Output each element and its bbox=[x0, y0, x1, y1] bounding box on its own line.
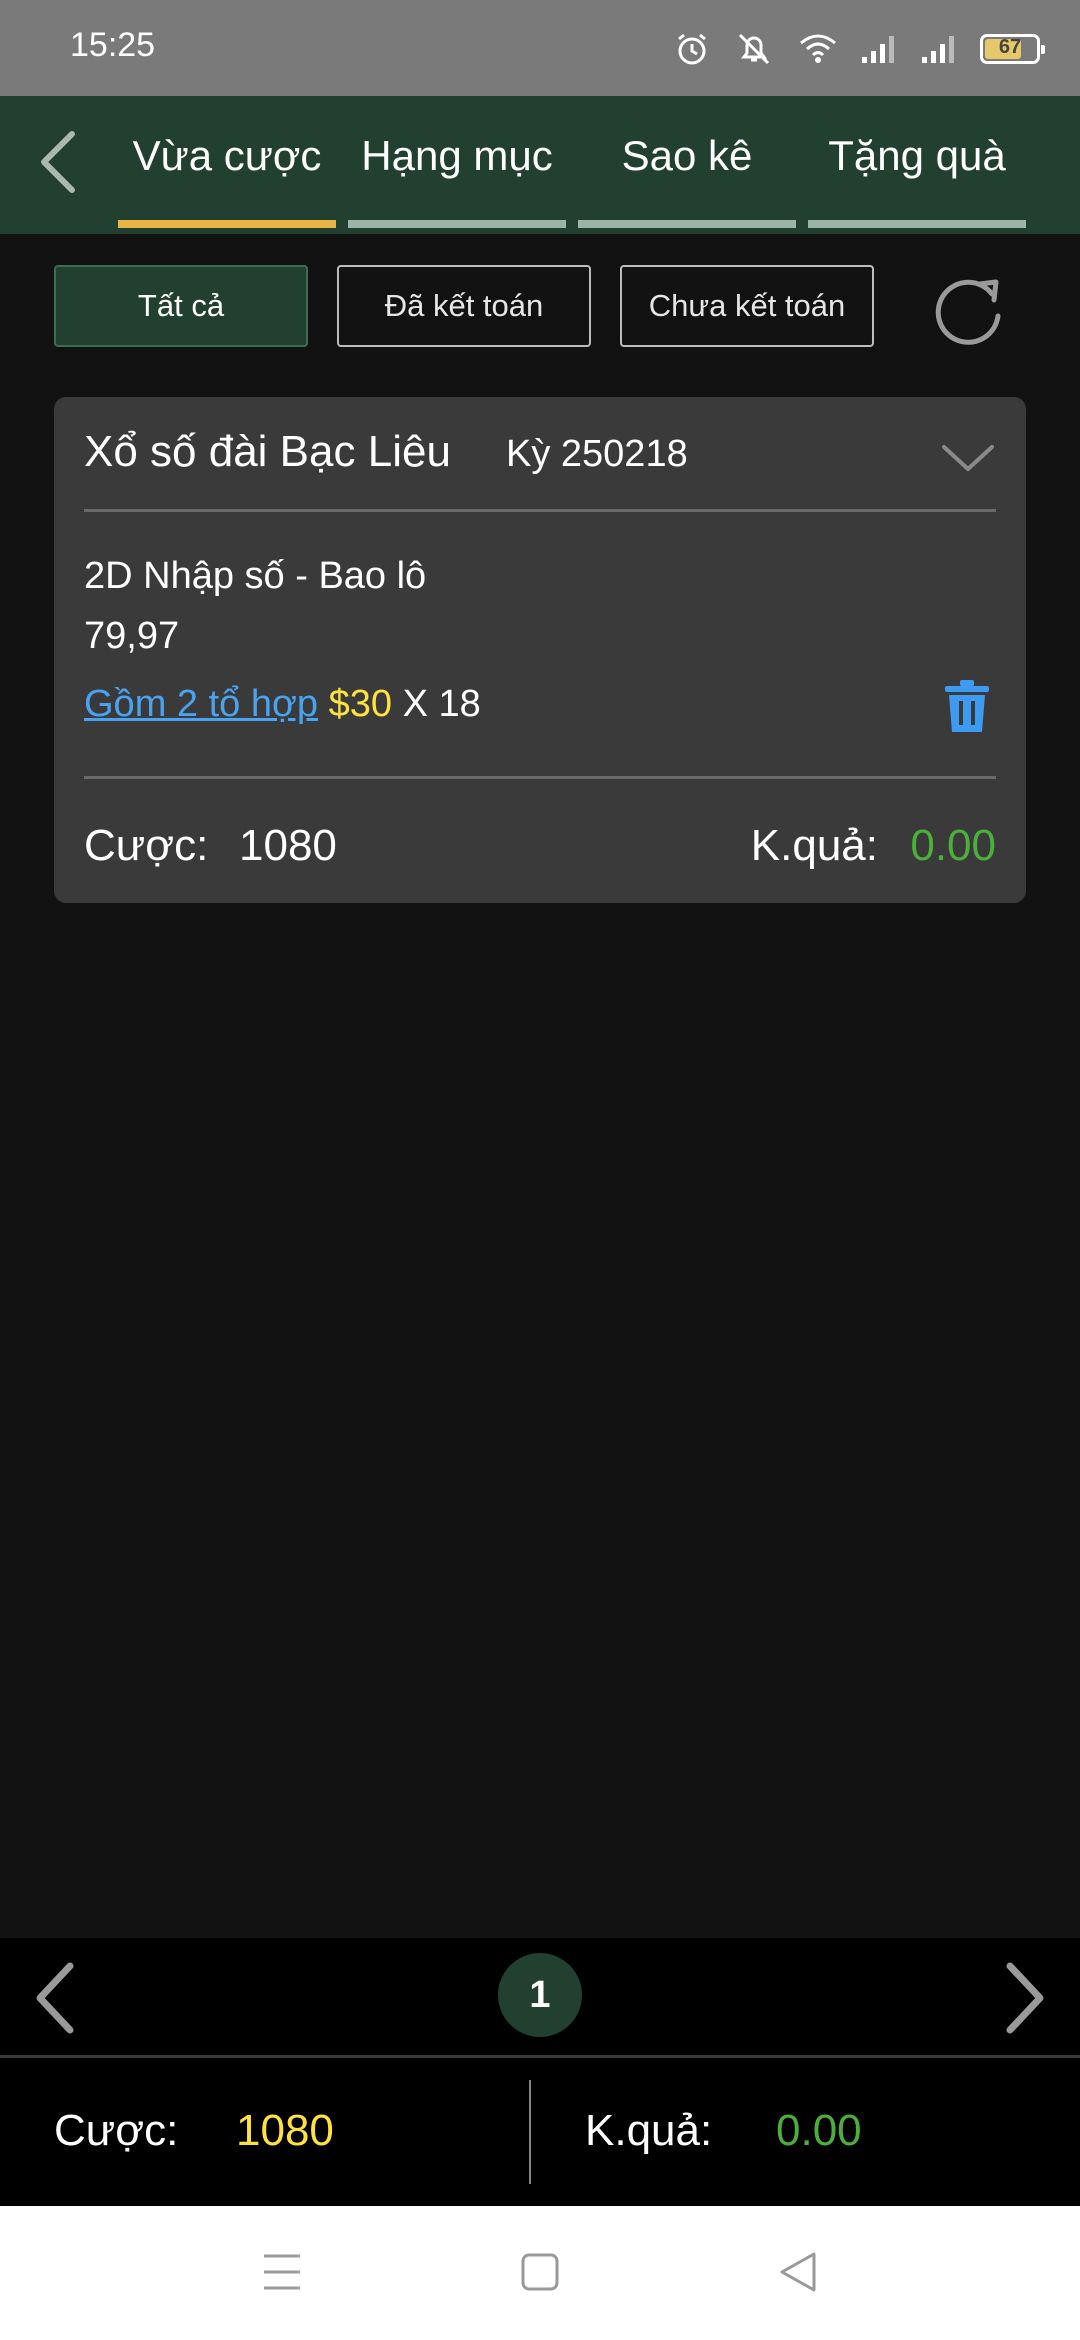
signal-icon bbox=[922, 36, 954, 63]
status-bar: 15:25 67 bbox=[0, 0, 1080, 96]
chevron-left-icon bbox=[41, 131, 75, 193]
result-label: K.quả: bbox=[750, 821, 878, 870]
wifi-icon bbox=[800, 34, 836, 63]
bet-type: 2D Nhập số - Bao lô bbox=[84, 555, 427, 597]
combo-link[interactable]: Gồm 2 tổ hợp bbox=[84, 683, 318, 725]
total-bet-value: 1080 bbox=[236, 2106, 334, 2155]
alarm-icon bbox=[678, 33, 706, 65]
tab-categories[interactable]: Hạng mục bbox=[348, 96, 566, 234]
bet-amount-label: Cược: bbox=[84, 821, 209, 870]
system-nav-bar bbox=[0, 2206, 1080, 2340]
back-nav-icon[interactable] bbox=[778, 2250, 818, 2294]
tab-recent-bets[interactable]: Vừa cược bbox=[118, 96, 336, 234]
status-time: 15:25 bbox=[70, 26, 156, 64]
tab-label: Sao kê bbox=[621, 132, 753, 179]
total-result-label: K.quả: bbox=[585, 2106, 713, 2155]
tab-label: Vừa cược bbox=[132, 132, 322, 179]
tab-underline bbox=[118, 220, 336, 228]
tab-label: Hạng mục bbox=[361, 132, 553, 179]
bet-amount-value: 1080 bbox=[239, 821, 337, 870]
refresh-icon bbox=[935, 279, 1001, 345]
totals-footer: Cược: 1080 K.quả: 0.00 bbox=[0, 2058, 1080, 2206]
silent-icon bbox=[738, 33, 770, 65]
footer-divider bbox=[529, 2080, 531, 2184]
battery-icon: 67 bbox=[980, 34, 1045, 64]
home-icon[interactable] bbox=[520, 2250, 560, 2294]
pager: 1 bbox=[0, 1938, 1080, 2056]
chevron-left-icon bbox=[36, 1962, 74, 2034]
tab-statement[interactable]: Sao kê bbox=[578, 96, 796, 234]
battery-level: 67 bbox=[998, 36, 1022, 58]
header-tabs: Vừa cược Hạng mục Sao kê Tặng quà bbox=[0, 96, 1080, 234]
page-number[interactable]: 1 bbox=[498, 1953, 582, 2037]
total-bet-label: Cược: bbox=[54, 2106, 179, 2155]
tab-underline bbox=[578, 220, 796, 228]
chevron-down-icon bbox=[942, 445, 994, 471]
bet-numbers: 79,97 bbox=[84, 615, 180, 657]
total-result-value: 0.00 bbox=[776, 2106, 862, 2155]
result-value: 0.00 bbox=[910, 821, 996, 870]
tab-label: Tặng quà bbox=[828, 132, 1006, 179]
card-divider bbox=[84, 776, 996, 779]
card-divider bbox=[84, 509, 996, 512]
tab-underline bbox=[808, 220, 1026, 228]
chevron-right-icon bbox=[1006, 1962, 1044, 2034]
filter-unsettled-button[interactable]: Chưa kết toán bbox=[620, 265, 874, 347]
expand-button[interactable] bbox=[940, 437, 996, 477]
back-button[interactable] bbox=[30, 126, 90, 198]
signal-icon bbox=[862, 36, 894, 63]
filter-all-button[interactable]: Tất cả bbox=[54, 265, 308, 347]
lottery-name: Xổ số đài Bạc Liêu bbox=[84, 427, 451, 476]
combo-line: Gồm 2 tổ hợp $30 X 18 bbox=[84, 683, 481, 726]
status-icons: 67 bbox=[674, 24, 1045, 74]
combo-multiplier: X 18 bbox=[402, 683, 481, 725]
filter-settled-button[interactable]: Đã kết toán bbox=[337, 265, 591, 347]
period-label: Kỳ 250218 bbox=[506, 433, 688, 475]
refresh-button[interactable] bbox=[928, 272, 1008, 352]
menu-icon[interactable] bbox=[262, 2250, 302, 2294]
next-page-button[interactable] bbox=[996, 1960, 1052, 2036]
combo-price: $30 bbox=[328, 683, 392, 725]
tab-gifts[interactable]: Tặng quà bbox=[808, 96, 1026, 234]
tab-underline bbox=[348, 220, 566, 228]
trash-icon bbox=[945, 680, 989, 732]
bet-card: Xổ số đài Bạc Liêu Kỳ 250218 2D Nhập số … bbox=[54, 397, 1026, 903]
prev-page-button[interactable] bbox=[28, 1960, 84, 2036]
delete-button[interactable] bbox=[944, 679, 990, 733]
